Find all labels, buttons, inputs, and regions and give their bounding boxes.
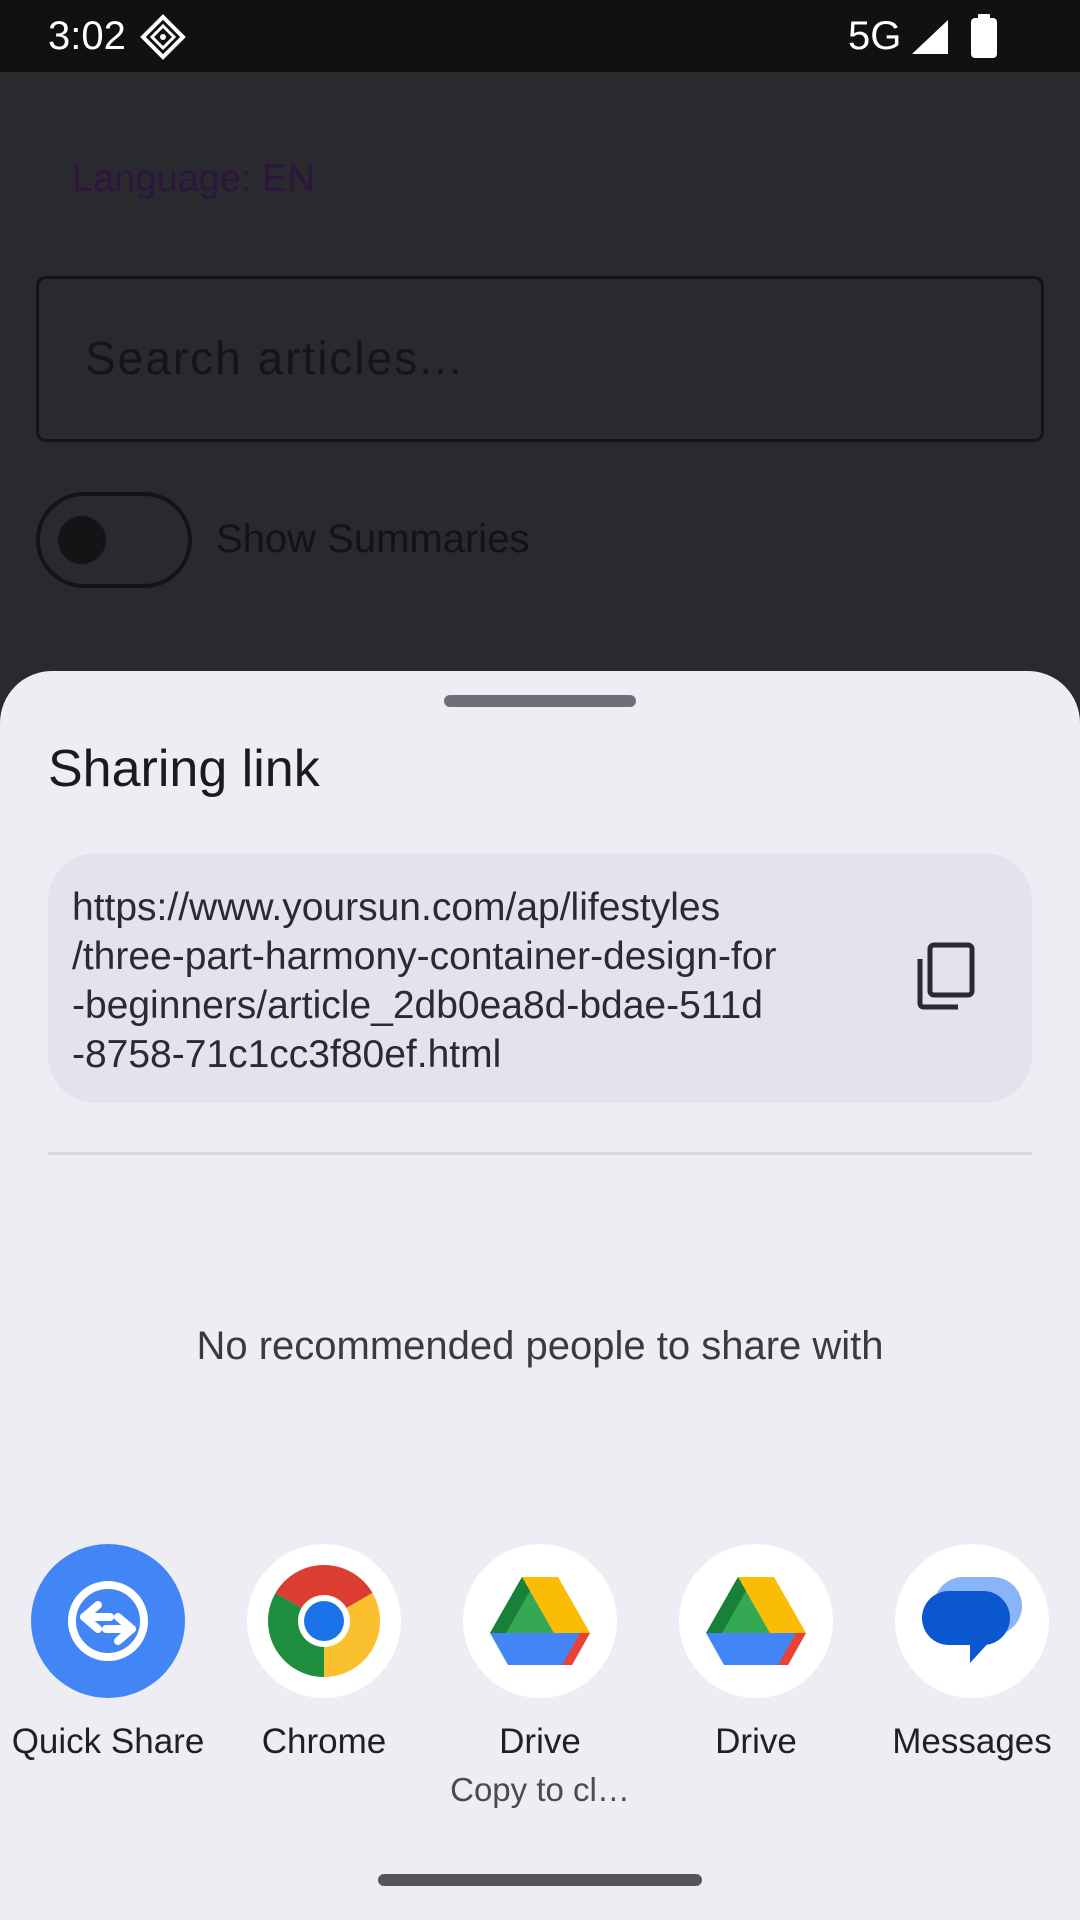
no-recommended-people-text: No recommended people to share with [196, 1324, 884, 1368]
link-line: -beginners/article_2db0ea8d-bdae-511d [72, 984, 763, 1027]
link-line: /three-part-harmony-container-design-for [72, 935, 777, 978]
gesture-nav-handle[interactable] [378, 1874, 702, 1886]
link-text: https://www.yoursun.com/ap/lifestyles /t… [72, 883, 872, 1079]
search-placeholder: Search articles... [85, 332, 464, 384]
summaries-toggle-label: Show Summaries [216, 517, 530, 561]
share-targets: Quick Share Chrome Drive Copy to cl… Dri… [0, 1544, 1080, 1844]
summaries-toggle [36, 492, 192, 588]
share-target-label: Quick Share [11, 1722, 205, 1761]
drive-icon [679, 1544, 833, 1698]
drag-handle[interactable] [444, 695, 636, 707]
share-target-sublabel: Copy to cl… [450, 1771, 630, 1808]
search-input: Search articles... [36, 276, 1044, 442]
messages-icon [895, 1544, 1049, 1698]
share-target-label: Drive [715, 1722, 797, 1761]
copy-icon[interactable] [914, 941, 976, 1011]
signal-icon [912, 20, 948, 54]
divider [48, 1152, 1032, 1155]
language-label: Language: EN [72, 158, 315, 200]
drive-icon [463, 1544, 617, 1698]
chrome-icon [247, 1544, 401, 1698]
share-target-label: Chrome [261, 1722, 387, 1761]
share-sheet: Sharing link https://www.yoursun.com/ap/… [0, 671, 1080, 1920]
sheet-title: Sharing link [48, 740, 320, 798]
assistant-diamond-icon [140, 14, 186, 60]
link-line: -8758-71c1cc3f80ef.html [72, 1033, 502, 1076]
background-app: Language: EN Search articles... Show Sum… [0, 72, 1080, 672]
network-type: 5G [848, 14, 902, 58]
share-target-label: Drive [499, 1722, 581, 1761]
quick-share-icon [31, 1544, 185, 1698]
status-time: 3:02 [48, 14, 126, 58]
link-preview-card: https://www.yoursun.com/ap/lifestyles /t… [48, 853, 1032, 1103]
link-line: https://www.yoursun.com/ap/lifestyles [72, 886, 721, 929]
status-bar: 3:02 5G [0, 0, 1080, 72]
toggle-knob [58, 516, 106, 564]
battery-icon [971, 14, 997, 58]
share-target-label: Messages [892, 1722, 1052, 1761]
